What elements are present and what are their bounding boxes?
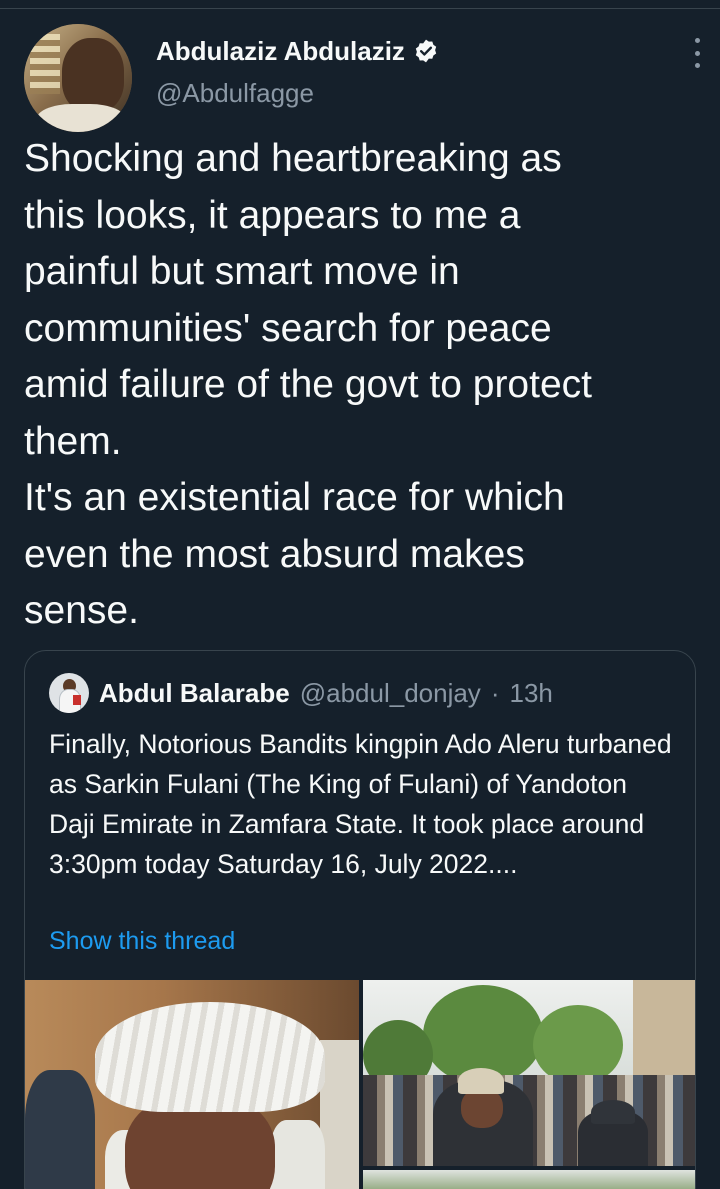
media-photo-1[interactable] bbox=[25, 980, 359, 1189]
media-photo-2[interactable] bbox=[363, 980, 695, 1166]
quoted-separator: · bbox=[490, 677, 500, 708]
quoted-timestamp: 13h bbox=[509, 677, 553, 708]
author-name-row: Abdulaziz Abdulaziz bbox=[156, 34, 439, 68]
verified-badge-icon bbox=[415, 39, 437, 63]
quoted-tweet-header: Abdul Balarabe @abdul_donjay · 13h bbox=[49, 673, 553, 713]
quoted-author-handle: @abdul_donjay bbox=[299, 677, 481, 708]
top-divider bbox=[0, 0, 720, 9]
show-thread-link[interactable]: Show this thread bbox=[49, 927, 235, 956]
author-display-name[interactable]: Abdulaziz Abdulaziz bbox=[156, 36, 405, 67]
media-grid bbox=[25, 980, 695, 1189]
tweet-header: Abdulaziz Abdulaziz @Abdulfagge bbox=[24, 20, 704, 132]
author-handle[interactable]: @Abdulfagge bbox=[156, 78, 314, 109]
more-vertical-icon[interactable] bbox=[692, 38, 702, 68]
media-photo-3[interactable] bbox=[363, 1170, 695, 1189]
tweet-text: Shocking and heartbreaking as this looks… bbox=[24, 137, 592, 632]
author-avatar[interactable] bbox=[24, 24, 132, 132]
quoted-author-avatar bbox=[49, 673, 89, 713]
quoted-tweet-text: Finally, Notorious Bandits kingpin Ado A… bbox=[49, 729, 672, 879]
quoted-author-name: Abdul Balarabe bbox=[99, 677, 290, 708]
quoted-tweet-card[interactable]: Abdul Balarabe @abdul_donjay · 13h Final… bbox=[24, 650, 696, 1189]
